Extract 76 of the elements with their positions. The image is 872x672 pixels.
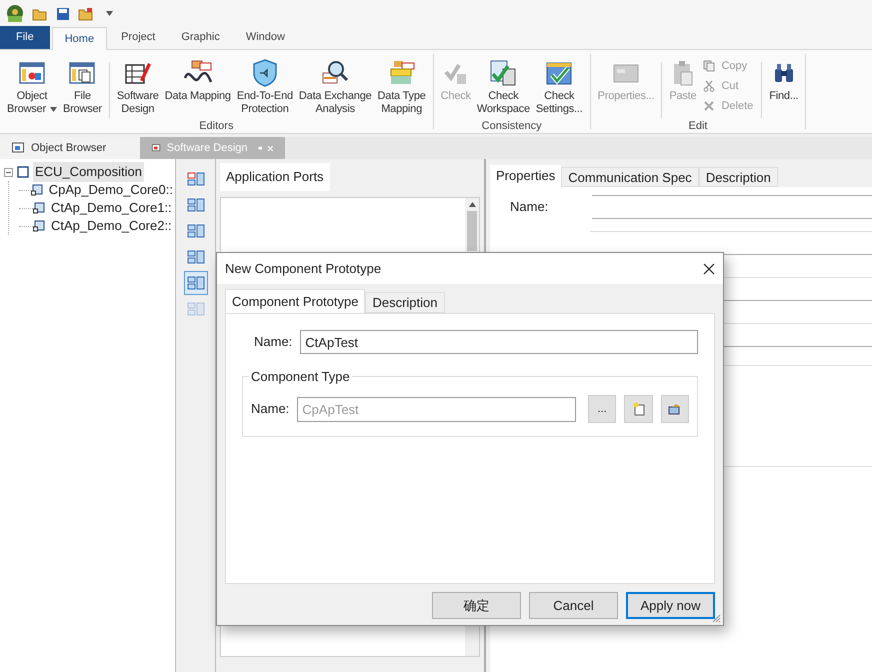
ribbon-group-label: Editors (199, 119, 234, 134)
properties-tab[interactable]: Communication Spec (561, 167, 699, 187)
dialog-title: New Component Prototype (225, 260, 382, 278)
ribbon-tab[interactable]: Project (109, 26, 168, 49)
field-label: Name: (251, 400, 290, 418)
component-icon (17, 166, 29, 178)
ribbon-button[interactable]: Software Design (114, 54, 162, 118)
tree-item[interactable]: CtAp_Demo_Core2:: (49, 216, 174, 236)
tree-item[interactable]: CpAp_Demo_Core0:: (46, 180, 175, 200)
ribbon-button[interactable]: End-To-End Protection (234, 54, 296, 118)
customize-dropdown-icon[interactable] (106, 11, 113, 16)
ribbon-button[interactable]: File Browser (60, 54, 105, 118)
scissors-icon (703, 80, 716, 92)
ribbon-button[interactable]: Object Browser (4, 54, 60, 118)
ribbon-tab[interactable]: Home (52, 27, 108, 50)
scrollbar-thumb[interactable] (467, 210, 477, 250)
resize-grip-icon[interactable] (711, 613, 721, 623)
name-field[interactable] (592, 195, 872, 219)
ribbon-button[interactable]: Find... (766, 54, 802, 118)
window-pages-icon (69, 62, 96, 84)
ribbon-tab[interactable]: File (0, 26, 50, 49)
new-document-icon (632, 402, 645, 416)
component-icon (33, 220, 45, 232)
box-icon (668, 403, 682, 415)
window-chart-icon (18, 62, 45, 84)
ribbon-tab[interactable]: Graphic (169, 26, 232, 49)
dropdown-caret-icon[interactable] (50, 106, 57, 112)
properties-tab[interactable]: Properties (490, 165, 562, 187)
app-logo-icon[interactable] (6, 4, 24, 22)
new-type-button[interactable] (624, 395, 653, 423)
window-chart-icon (152, 142, 161, 154)
shield-icon (252, 59, 278, 87)
binoculars-icon (772, 62, 795, 84)
ribbon-group-label: Edit (688, 119, 708, 134)
properties-tab[interactable]: Description (698, 167, 778, 187)
clipboard-icon (672, 60, 694, 86)
dialog-tab[interactable]: Description (365, 292, 444, 313)
save-icon[interactable] (56, 6, 70, 20)
tree-item[interactable]: CtAp_Demo_Core1:: (49, 198, 174, 218)
document-check-icon (489, 59, 518, 87)
field-label: Name: (510, 198, 548, 216)
collapse-toggle-icon[interactable] (4, 168, 13, 176)
type-box-icon (388, 60, 416, 86)
scroll-up-icon[interactable] (468, 202, 476, 206)
open-folder-icon[interactable] (32, 6, 48, 20)
browse-button[interactable]: ... (588, 395, 616, 423)
close-icon[interactable] (703, 262, 715, 274)
table-pencil-icon (124, 60, 152, 86)
dialog-button[interactable]: Apply now (626, 592, 715, 619)
component-icon (33, 202, 45, 214)
dialog-button[interactable]: Cancel (529, 592, 618, 619)
copy-icon (703, 60, 716, 72)
dialog-button[interactable]: 确定 (432, 592, 521, 619)
document-tab[interactable]: Object Browser (0, 137, 140, 159)
ribbon-button[interactable]: Data Exchange Analysis (296, 54, 375, 118)
ribbon-group-label: Consistency (482, 119, 542, 134)
open-type-button[interactable] (660, 395, 690, 423)
dialog-tab[interactable]: Component Prototype (225, 289, 366, 313)
window-chart-icon (12, 142, 25, 154)
ribbon-button[interactable]: Data Type Mapping (374, 54, 429, 118)
ribbon-tab[interactable]: Window (234, 26, 297, 49)
tab-label: Software Design (166, 140, 248, 156)
ribbon-button[interactable]: Data Mapping (162, 54, 234, 118)
field-label: Name: (254, 333, 292, 352)
card-icon (612, 62, 640, 84)
name-field[interactable]: CtApTest (300, 330, 698, 354)
component-icon (30, 184, 43, 196)
panel-tab[interactable]: Application Ports (220, 163, 330, 190)
ribbon-button[interactable]: Check Settings... (532, 54, 586, 118)
window-check-icon (545, 60, 574, 86)
folder-icon[interactable] (78, 6, 94, 20)
tab-label: Object Browser (31, 140, 106, 156)
tree-item[interactable]: ECU_Composition (33, 162, 144, 182)
toolbar-button[interactable] (184, 271, 208, 295)
ribbon-button[interactable]: Check Workspace (474, 54, 533, 118)
delete-icon (703, 100, 716, 112)
